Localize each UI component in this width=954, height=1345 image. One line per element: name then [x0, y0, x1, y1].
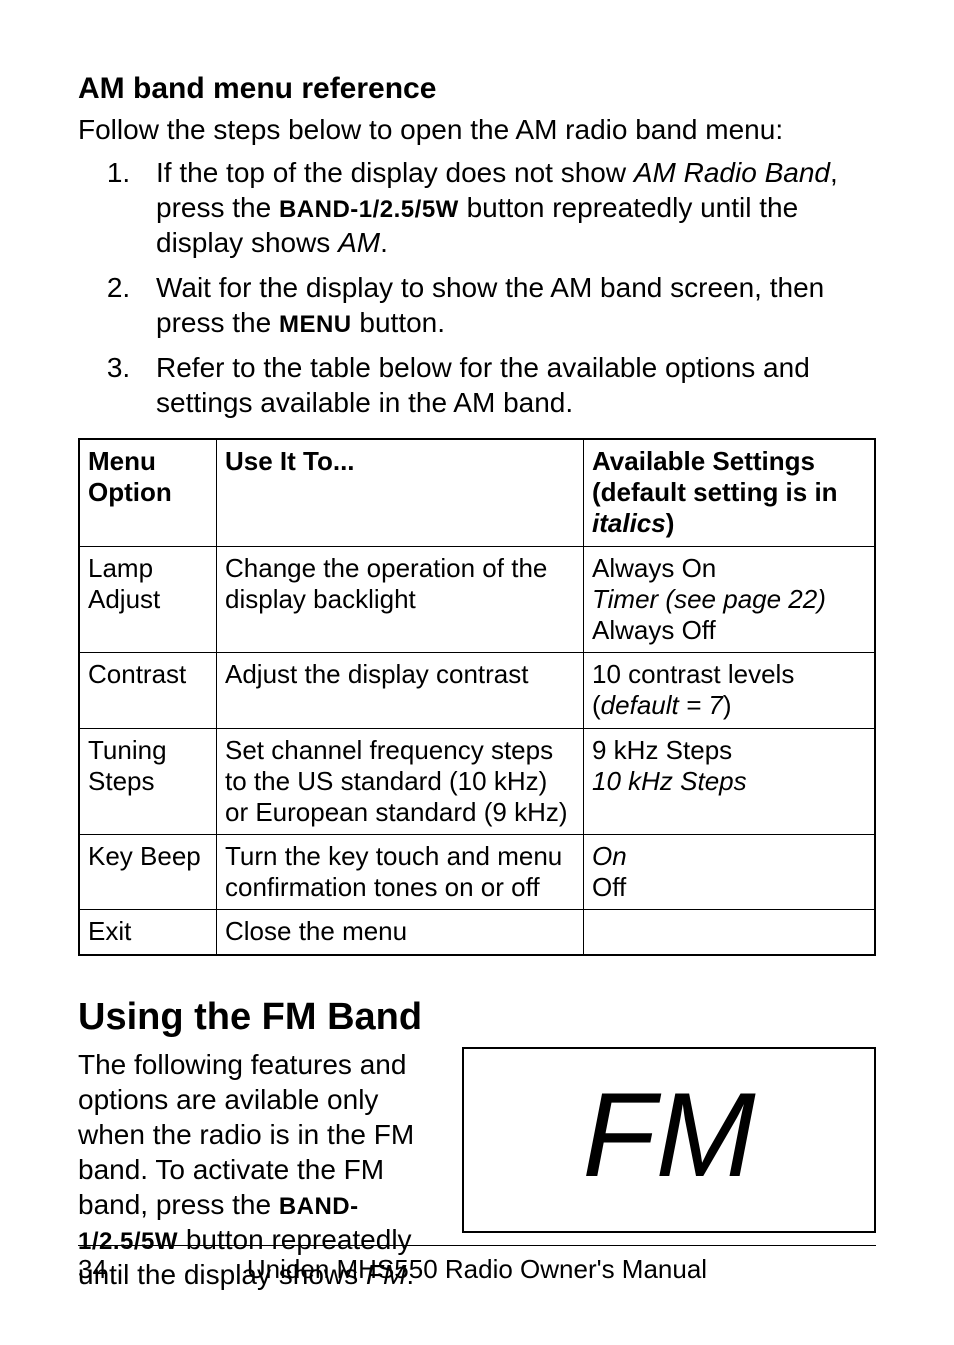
table-row: Lamp Adjust Change the operation of the … [79, 546, 875, 653]
step-2-text-b: button. [352, 307, 445, 338]
step-2-button-label: MENU [279, 311, 352, 338]
setting-plain: Off [592, 872, 626, 902]
step-2-text-a: Wait for the display to show the AM band… [156, 272, 824, 338]
setting-default: default = 7 [601, 690, 723, 720]
step-1: If the top of the display does not show … [138, 155, 876, 260]
page-number: 34 [78, 1254, 138, 1285]
setting-plain: Always On [592, 553, 716, 583]
cell-settings: On Off [584, 835, 876, 910]
th-available-settings: Available Settings (default setting is i… [584, 439, 876, 546]
cell-use: Turn the key touch and menu confirmation… [217, 835, 584, 910]
step-3: Refer to the table below for the availab… [138, 350, 876, 420]
setting-paren-close: ) [723, 690, 732, 720]
table-row: Exit Close the menu [79, 910, 875, 955]
page-footer: 34 Uniden MHS550 Radio Owner's Manual [78, 1245, 876, 1285]
cell-menu-option: Lamp Adjust [79, 546, 217, 653]
cell-use: Close the menu [217, 910, 584, 955]
cell-settings: Always On Timer (see page 22) Always Off [584, 546, 876, 653]
document-page: AM band menu reference Follow the steps … [0, 0, 954, 1345]
step-1-text-a: If the top of the display does not show [156, 157, 634, 188]
setting-default: 10 kHz Steps [592, 766, 747, 796]
table-row: Key Beep Turn the key touch and menu con… [79, 835, 875, 910]
footer-title: Uniden MHS550 Radio Owner's Manual [138, 1254, 876, 1285]
am-menu-table: Menu Option Use It To... Available Setti… [78, 438, 876, 956]
th-use-it-to: Use It To... [217, 439, 584, 546]
table-row: Tuning Steps Set channel frequency steps… [79, 728, 875, 835]
step-1-italic-2: AM [338, 227, 380, 258]
step-1-button-label: BAND-1/2.5/5W [279, 196, 459, 223]
heading-fm-band: Using the FM Band [78, 996, 876, 1039]
table-header-row: Menu Option Use It To... Available Setti… [79, 439, 875, 546]
fm-display-box: FM [462, 1047, 876, 1233]
table-row: Contrast Adjust the display contrast 10 … [79, 653, 875, 728]
fm-text-a: The following features and options are a… [78, 1049, 414, 1220]
intro-text: Follow the steps below to open the AM ra… [78, 112, 876, 147]
th-avail-italic: italics [592, 508, 666, 538]
setting-default: On [592, 841, 627, 871]
cell-menu-option: Contrast [79, 653, 217, 728]
cell-menu-option: Exit [79, 910, 217, 955]
step-1-text-d: . [380, 227, 388, 258]
cell-settings: 9 kHz Steps 10 kHz Steps [584, 728, 876, 835]
cell-use: Change the operation of the display back… [217, 546, 584, 653]
steps-list: If the top of the display does not show … [78, 155, 876, 420]
cell-use: Adjust the display contrast [217, 653, 584, 728]
subheading-am-menu: AM band menu reference [78, 72, 876, 106]
setting-default: Timer (see page 22) [592, 584, 826, 614]
th-avail-post: ) [666, 508, 675, 538]
step-1-italic-1: AM Radio Band [634, 157, 830, 188]
setting-plain: Always Off [592, 615, 716, 645]
th-avail-pre: Available Settings (default setting is i… [592, 446, 838, 507]
cell-menu-option: Key Beep [79, 835, 217, 910]
cell-use: Set channel frequency steps to the US st… [217, 728, 584, 835]
cell-menu-option: Tuning Steps [79, 728, 217, 835]
setting-plain: 9 kHz Steps [592, 735, 732, 765]
th-menu-option: Menu Option [79, 439, 217, 546]
cell-settings: 10 contrast levels (default = 7) [584, 653, 876, 728]
cell-settings [584, 910, 876, 955]
setting-paren-open: ( [592, 690, 601, 720]
step-2: Wait for the display to show the AM band… [138, 270, 876, 340]
setting-plain: 10 contrast levels [592, 659, 794, 689]
